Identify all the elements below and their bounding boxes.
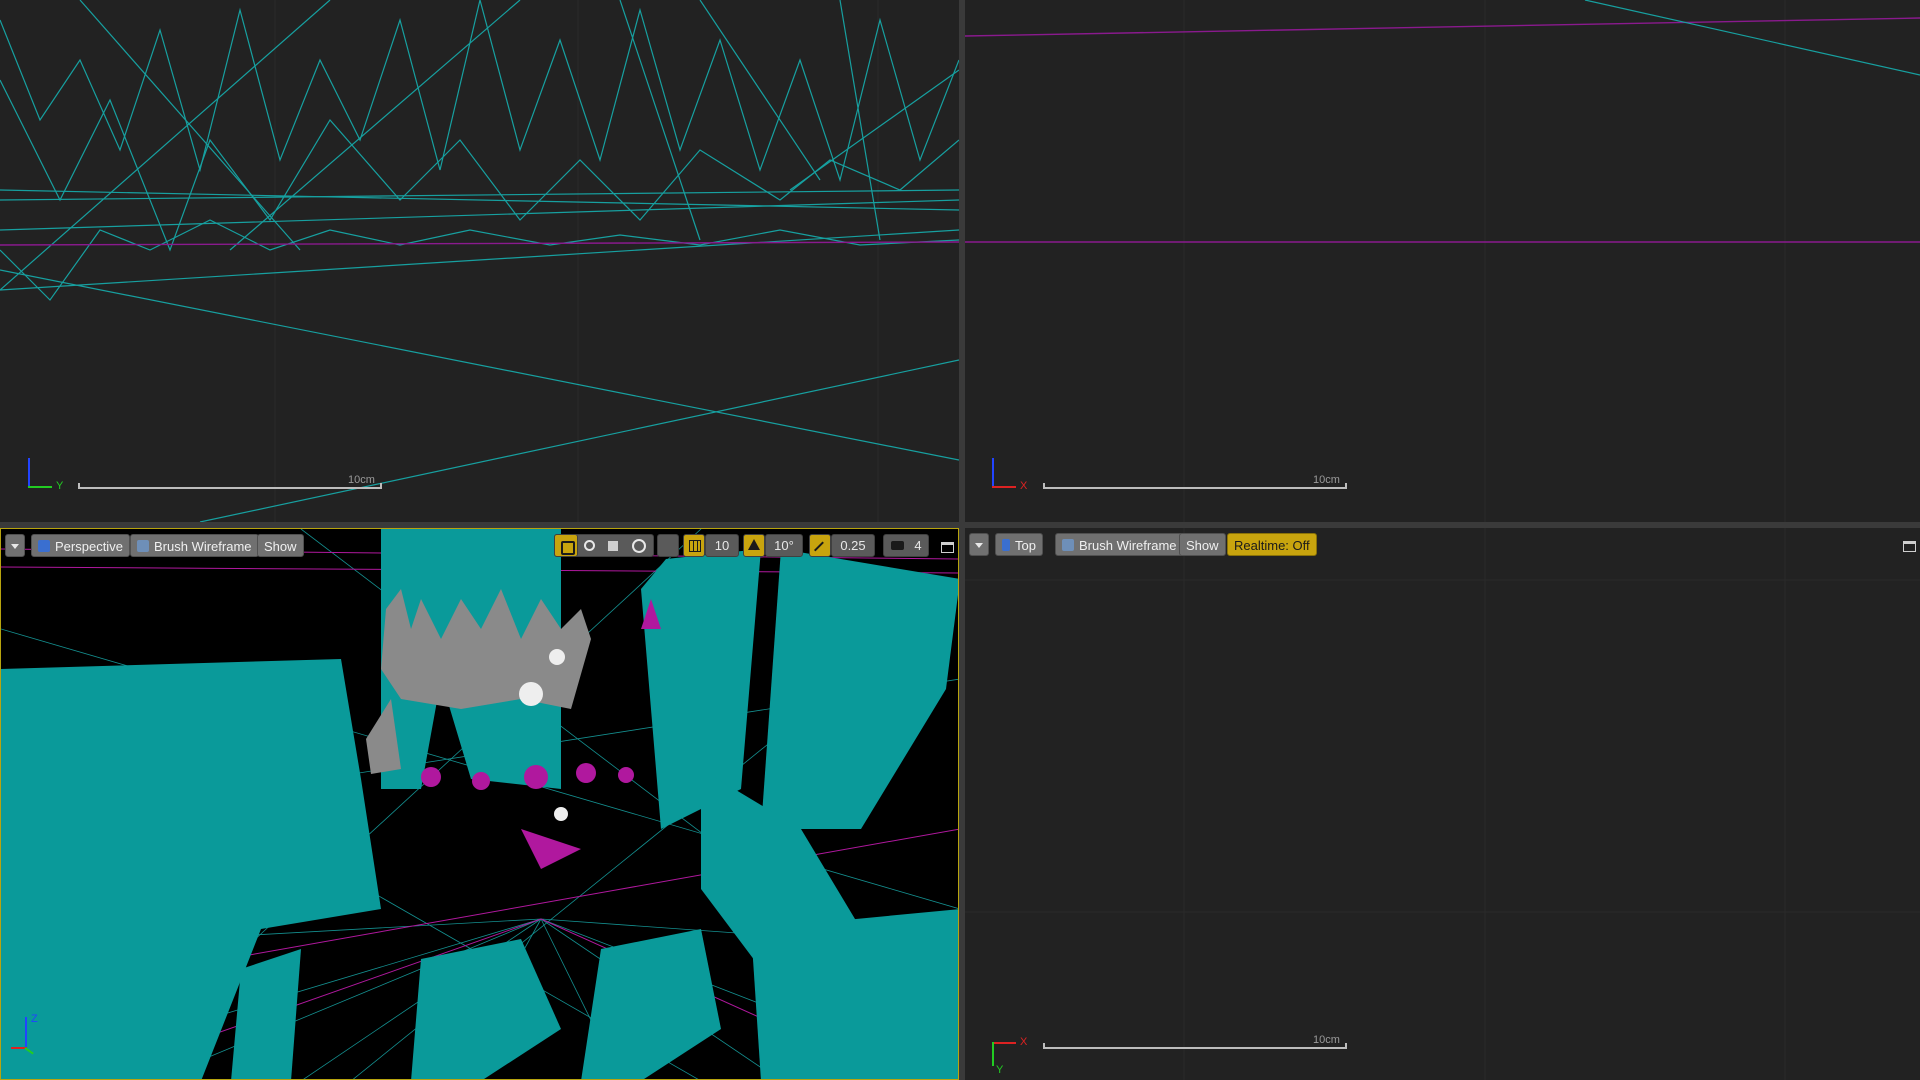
wireframe-icon (1062, 539, 1074, 551)
show-label: Show (264, 539, 297, 554)
scale-icon[interactable] (608, 541, 618, 551)
angle-icon (748, 539, 760, 550)
maximize-icon[interactable] (1903, 541, 1916, 552)
viewport-front[interactable]: X 10cm (965, 0, 1920, 522)
render-mode-label: Brush Wireframe (1079, 538, 1177, 553)
viewport-top[interactable]: Top Brush Wireframe Show Realtime: Off X… (965, 528, 1920, 1080)
scale-bar (1043, 483, 1347, 489)
viewport-toolbar: Perspective Brush Wireframe Show 10 10° … (1, 529, 958, 565)
viewport-perspective[interactable]: Perspective Brush Wireframe Show 10 10° … (0, 528, 959, 1080)
perspective-icon (38, 540, 50, 552)
wireframe-icon (137, 540, 149, 552)
show-label: Show (1186, 538, 1219, 553)
axis-label-y: Y (996, 1064, 1004, 1076)
view-mode-label: Top (1015, 538, 1036, 553)
viewport-side[interactable]: Y 10cm (0, 0, 959, 522)
rotation-snap-label: 10° (774, 538, 794, 553)
realtime-toggle[interactable]: Realtime: Off (1227, 533, 1317, 556)
rotate-icon[interactable] (584, 540, 595, 551)
viewport-toolbar: Top Brush Wireframe Show Realtime: Off (965, 528, 1920, 564)
axis-label-x: X (1020, 1036, 1028, 1048)
camera-speed-label: 4 (914, 538, 922, 553)
dropdown-arrow-icon (11, 544, 19, 549)
show-button[interactable]: Show (257, 534, 304, 557)
viewport-menu-button[interactable] (969, 533, 989, 556)
scale-label: 10cm (1313, 474, 1340, 486)
viewport-menu-button[interactable] (5, 534, 25, 557)
perspective-scene (1, 529, 958, 1079)
axis-label-z: Z (31, 1013, 38, 1025)
axis-indicator: Z (11, 1013, 51, 1067)
scale-label: 10cm (348, 474, 375, 486)
render-mode-label: Brush Wireframe (154, 539, 252, 554)
surface-snap-button[interactable] (657, 534, 679, 557)
scale-snap-label: 0.25 (840, 538, 866, 553)
wireframe-scene (965, 0, 1920, 522)
grid-scene (965, 528, 1920, 1080)
wireframe-scene (0, 0, 959, 522)
show-button[interactable]: Show (1179, 533, 1226, 556)
axis-indicator: X Y (990, 1036, 1030, 1080)
axis-label-x: X (1020, 480, 1028, 492)
dropdown-arrow-icon (975, 543, 983, 548)
axis-indicator: X (990, 458, 1030, 498)
scale-bar (1043, 1043, 1347, 1049)
world-space-icon[interactable] (632, 539, 646, 553)
realtime-label: Realtime: Off (1234, 538, 1310, 553)
view-mode-button[interactable]: Perspective (31, 534, 130, 557)
axis-label-y: Y (56, 480, 64, 492)
view-mode-button[interactable]: Top (995, 533, 1043, 556)
scale-label: 10cm (1313, 1034, 1340, 1046)
render-mode-button[interactable]: Brush Wireframe (130, 534, 259, 557)
top-view-icon (1002, 539, 1010, 551)
scale-bar (78, 483, 382, 489)
maximize-icon[interactable] (941, 542, 954, 553)
grid-icon (689, 540, 701, 552)
camera-icon (891, 541, 904, 550)
axis-indicator: Y (26, 458, 66, 498)
view-mode-label: Perspective (55, 539, 123, 554)
grid-snap-label: 10 (714, 538, 730, 553)
render-mode-button[interactable]: Brush Wireframe (1055, 533, 1184, 556)
translate-icon (561, 541, 575, 555)
